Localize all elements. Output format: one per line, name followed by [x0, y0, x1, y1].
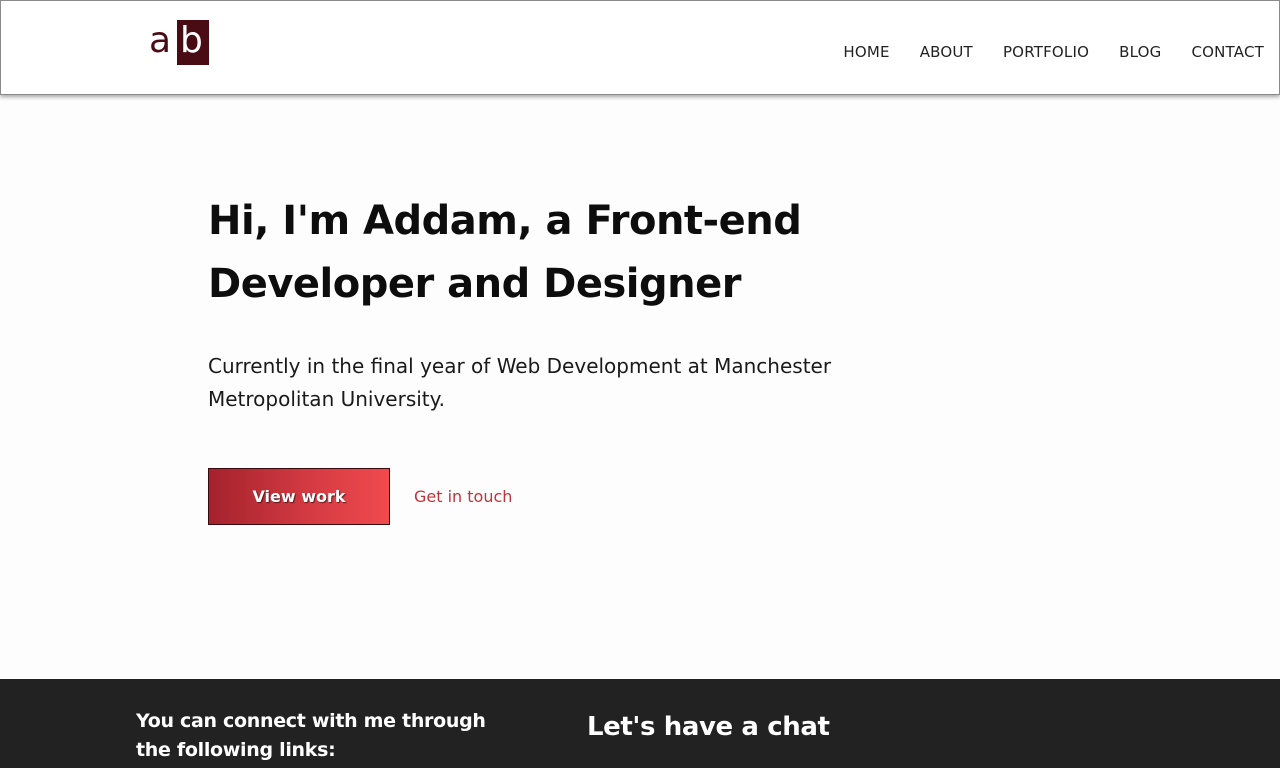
- nav-item-about[interactable]: ABOUT: [920, 43, 973, 61]
- view-work-button[interactable]: View work: [208, 468, 390, 525]
- nav-list: HOME ABOUT PORTFOLIO BLOG CONTACT: [843, 42, 1264, 61]
- nav-item-contact[interactable]: CONTACT: [1191, 43, 1264, 61]
- site-header: a b HOME ABOUT PORTFOLIO BLOG CONTACT: [0, 0, 1280, 95]
- logo-letter-b-box: b: [177, 20, 209, 65]
- footer-chat-heading: Let's have a chat: [587, 712, 830, 742]
- logo-letter-b: b: [180, 20, 203, 61]
- nav-item-home[interactable]: HOME: [843, 43, 889, 61]
- site-logo[interactable]: a b: [147, 19, 209, 65]
- footer-connect-text: You can connect with me through the foll…: [136, 710, 486, 761]
- nav-item-portfolio[interactable]: PORTFOLIO: [1003, 43, 1089, 61]
- hero-actions: View work Get in touch: [208, 468, 908, 525]
- hero-heading: Hi, I'm Addam, a Front-end Developer and…: [208, 190, 908, 316]
- hero-heading-line-1: Hi, I'm Addam, a Front-end: [208, 198, 802, 244]
- hero-section: Hi, I'm Addam, a Front-end Developer and…: [208, 190, 908, 525]
- hero-description: Currently in the final year of Web Devel…: [208, 354, 832, 411]
- hero-heading-line-2: Developer and Designer: [208, 261, 741, 307]
- nav-item-blog[interactable]: BLOG: [1119, 43, 1161, 61]
- get-in-touch-link[interactable]: Get in touch: [414, 487, 512, 506]
- site-footer: You can connect with me through the foll…: [0, 679, 1280, 768]
- logo-letter-a: a: [149, 20, 172, 61]
